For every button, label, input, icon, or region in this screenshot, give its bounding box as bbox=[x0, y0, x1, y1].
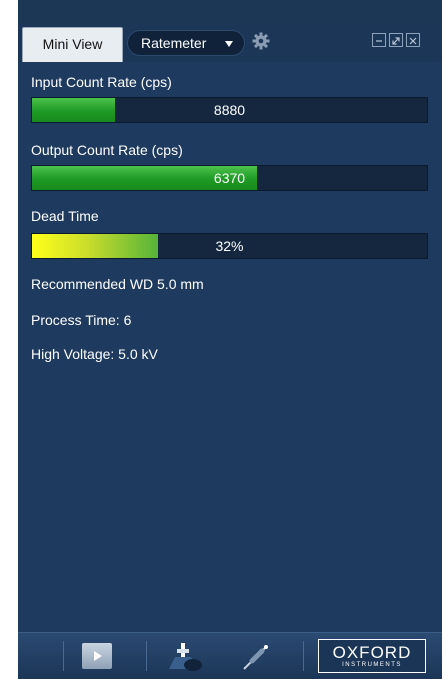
ratemeter-dropdown[interactable]: Ratemeter bbox=[127, 30, 245, 56]
probe-icon[interactable] bbox=[240, 641, 272, 673]
logo-subtext: INSTRUMENTS bbox=[342, 662, 402, 668]
logo-brand-text: OXFORD bbox=[332, 643, 412, 662]
tab-bar: Mini View Ratemeter bbox=[18, 22, 442, 62]
process-time-text: Process Time: 6 bbox=[31, 312, 132, 328]
bottom-toolbar: OXFORD INSTRUMENTS bbox=[18, 632, 442, 679]
mini-view-panel: Mini View Ratemeter Input Count Rate (cp… bbox=[18, 0, 442, 679]
high-voltage-text: High Voltage: 5.0 kV bbox=[31, 346, 158, 362]
gear-icon[interactable] bbox=[252, 32, 270, 50]
play-icon bbox=[94, 651, 102, 661]
ratemeter-dropdown-label: Ratemeter bbox=[141, 35, 207, 51]
working-distance-text: Recommended WD 5.0 mm bbox=[31, 276, 204, 292]
title-strip bbox=[18, 0, 442, 22]
play-button[interactable] bbox=[82, 643, 112, 669]
output-count-rate-value: 6370 bbox=[213, 170, 246, 186]
ratemeter-content: Input Count Rate (cps) 8880 Output Count… bbox=[18, 62, 442, 632]
dead-time-value: 32% bbox=[215, 238, 244, 254]
close-icon[interactable] bbox=[406, 33, 420, 47]
dead-time-label: Dead Time bbox=[31, 208, 99, 224]
minimize-icon[interactable] bbox=[372, 33, 386, 47]
input-count-rate-label: Input Count Rate (cps) bbox=[31, 74, 172, 90]
tab-mini-view[interactable]: Mini View bbox=[22, 27, 123, 62]
restore-icon[interactable] bbox=[389, 33, 403, 47]
oxford-instruments-logo: OXFORD INSTRUMENTS bbox=[318, 639, 426, 673]
output-count-rate-meter: 6370 bbox=[31, 165, 428, 191]
toolbar-separator bbox=[303, 641, 304, 671]
output-count-rate-label: Output Count Rate (cps) bbox=[31, 142, 183, 158]
toolbar-separator bbox=[63, 641, 64, 671]
input-count-rate-meter: 8880 bbox=[31, 97, 428, 123]
toolbar-separator bbox=[146, 641, 147, 671]
dead-time-meter: 32% bbox=[31, 233, 428, 259]
detector-icon[interactable] bbox=[163, 639, 211, 675]
caret-down-icon bbox=[225, 41, 233, 47]
input-count-rate-value: 8880 bbox=[213, 102, 246, 118]
